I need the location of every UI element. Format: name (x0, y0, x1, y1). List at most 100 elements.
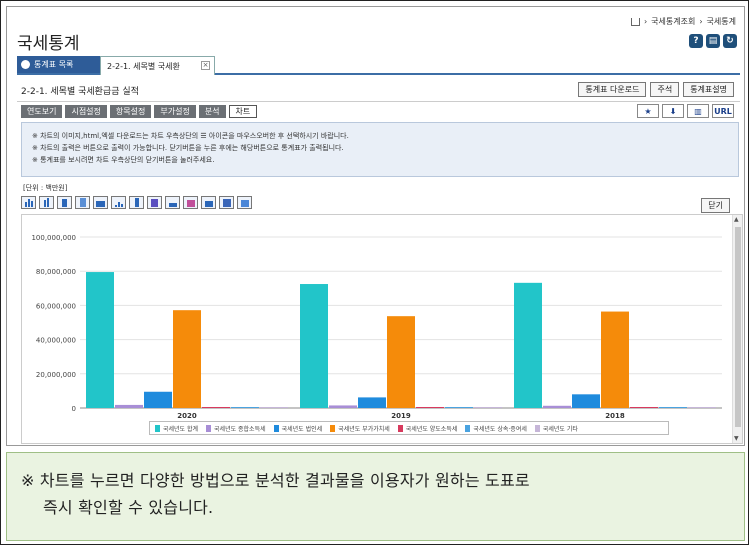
legend-label: 국세년도 합계 (163, 425, 199, 433)
bar[interactable] (86, 272, 114, 408)
breadcrumb-separator: › (643, 17, 648, 26)
bar[interactable] (387, 316, 415, 408)
percent-bar-icon[interactable] (75, 196, 90, 209)
bar[interactable] (659, 407, 687, 408)
bar[interactable] (358, 397, 386, 408)
bar-chart[interactable]: 100,000,000 80,000,000 60,000,000 40,000,00… (22, 215, 732, 443)
tab-extra-setting[interactable]: 부가설정 (154, 105, 196, 118)
annotation-button[interactable]: 주석 (650, 82, 680, 97)
chart-scrollbar[interactable]: ▲ ▼ (732, 215, 742, 443)
bar[interactable] (300, 284, 328, 408)
legend-label: 국세년도 양도소득세 (405, 425, 458, 433)
map-chart-icon[interactable] (237, 196, 252, 209)
bar[interactable] (630, 407, 658, 408)
tab-analysis[interactable]: 분석 (198, 105, 226, 118)
divider (17, 101, 740, 102)
y-tick-label: 60,000,000 (36, 302, 76, 310)
scroll-down-icon[interactable]: ▼ (734, 435, 739, 442)
tab-period-setting[interactable]: 시점설정 (65, 105, 107, 118)
top-icon-group: ? ▤ ↻ (689, 34, 737, 48)
notice-line: ※ 차트의 출력은 버튼으로 출력이 가능합니다. 닫기버튼을 누른 후에는 해… (32, 144, 344, 152)
legend-item[interactable]: 국세년도 부가가치세 (330, 424, 390, 433)
bar[interactable] (543, 405, 571, 408)
scroll-thumb[interactable] (735, 227, 741, 427)
page-title: 국세통계 (17, 34, 80, 54)
legend-label: 국세년도 법인세 (281, 425, 323, 433)
breadcrumb: › 국세통계조회 › 국세통계 (630, 16, 736, 27)
bar[interactable] (329, 405, 357, 408)
close-tab-icon[interactable]: × (201, 61, 210, 70)
legend-swatch (155, 424, 160, 432)
bar[interactable] (144, 391, 172, 408)
download-icon[interactable]: ⬇ (662, 104, 684, 118)
legend-item[interactable]: 국세년도 양도소득세 (397, 424, 458, 433)
bar[interactable] (231, 407, 259, 408)
screenshot-panel: › 국세통계조회 › 국세통계 국세통계 ? ▤ ↻ 통계표 목록 2-2-1.… (6, 6, 745, 446)
legend-item[interactable]: 국세년도 기타 (534, 424, 578, 433)
view-menu-tabs: 연도보기 시점설정 항목설정 부가설정 분석 차트 (21, 105, 258, 118)
tab-chart[interactable]: 차트 (228, 105, 258, 118)
bar[interactable] (202, 407, 230, 408)
print-icon[interactable]: ▤ (706, 34, 720, 48)
pie-chart-icon[interactable] (183, 196, 198, 209)
bar-chart-icon[interactable] (21, 196, 36, 209)
column-chart-icon[interactable] (129, 196, 144, 209)
chart-type-toolbar (21, 196, 252, 209)
unit-label: [단위 : 백만원] (23, 184, 68, 192)
legend-item[interactable]: 국세년도 종합소득세 (206, 424, 266, 433)
legend-item[interactable]: 국세년도 법인세 (273, 424, 323, 433)
horizontal-bar-icon[interactable] (57, 196, 72, 209)
tab-bar: 통계표 목록 2-2-1. 세목별 국세환 × (17, 56, 740, 75)
bar[interactable] (416, 407, 444, 408)
stacked-bar-icon[interactable] (39, 196, 54, 209)
bar[interactable] (260, 407, 288, 408)
breadcrumb-item[interactable]: 국세통계조회 (651, 16, 695, 27)
bar[interactable] (445, 407, 473, 408)
bar[interactable] (572, 394, 600, 408)
tab-active-table[interactable]: 2-2-1. 세목별 국세환 × (100, 56, 215, 75)
tab-item-setting[interactable]: 항목설정 (109, 105, 152, 118)
scatter-chart-icon[interactable] (111, 196, 126, 209)
bar[interactable] (115, 404, 143, 408)
radar-chart-icon[interactable] (201, 196, 216, 209)
url-button[interactable]: URL (712, 104, 734, 118)
x-tick-label: 2018 (605, 412, 625, 420)
line-chart-icon[interactable] (165, 196, 180, 209)
legend-swatch (330, 424, 336, 432)
chart-print-icon[interactable]: ▥ (687, 104, 709, 118)
area-chart-icon[interactable] (93, 196, 108, 209)
tab-stat-list[interactable]: 통계표 목록 (17, 56, 100, 73)
breadcrumb-item[interactable]: 국세통계 (707, 16, 736, 27)
legend-label: 국세년도 부가가치세 (338, 425, 390, 433)
table-subtitle: 2-2-1. 세목별 국세환급금 실적 (21, 87, 139, 97)
refresh-icon[interactable]: ↻ (723, 34, 737, 48)
bar[interactable] (474, 407, 502, 408)
bar[interactable] (173, 310, 201, 408)
caption-line: ※ 차트를 누르면 다양한 방법으로 분석한 결과물을 이용자가 원하는 도표로 (21, 471, 530, 490)
download-button[interactable]: 통계표 다운로드 (578, 82, 647, 97)
favorite-icon[interactable]: ★ (637, 104, 659, 118)
scroll-up-icon[interactable]: ▲ (734, 216, 739, 223)
combo-chart-icon[interactable] (147, 196, 162, 209)
legend-item[interactable]: 국세년도 합계 (155, 424, 198, 433)
legend-item[interactable]: 국세년도 상속·증여세 (465, 424, 527, 433)
legend-swatch (397, 424, 403, 432)
notice-line: ※ 통계표를 보시려면 차트 우측상단의 닫기버튼을 눌러주세요. (32, 156, 215, 164)
y-tick-label: 0 (72, 405, 76, 413)
y-tick-label: 80,000,000 (36, 268, 76, 276)
bar[interactable] (601, 311, 629, 408)
help-icon[interactable]: ? (689, 34, 703, 48)
bar[interactable] (514, 282, 542, 408)
legend-swatch (273, 424, 279, 432)
description-button[interactable]: 통계표설명 (683, 82, 734, 97)
bar[interactable] (688, 407, 716, 408)
outer-frame: › 국세통계조회 › 국세통계 국세통계 ? ▤ ↻ 통계표 목록 2-2-1.… (0, 0, 749, 545)
chart-legend: 국세년도 합계 국세년도 종합소득세 국세년도 법인세 국세년도 부가가치세 국세년도 … (149, 421, 669, 435)
notice-line: ※ 차트의 이미지,html,엑셀 다운로드는 차트 우측상단의 ☰ 아이콘을 … (32, 132, 349, 140)
tab-year-view[interactable]: 연도보기 (21, 105, 63, 118)
caption-line: 즉시 확인할 수 있습니다. (43, 498, 214, 517)
close-chart-button[interactable]: 닫기 (701, 198, 730, 213)
home-icon[interactable] (630, 17, 640, 26)
table-chart-icon[interactable] (219, 196, 234, 209)
legend-swatch (534, 424, 540, 432)
